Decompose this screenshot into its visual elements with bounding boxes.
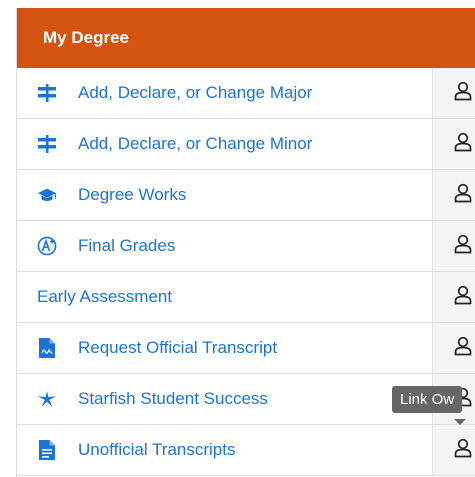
link-owner-button[interactable] xyxy=(432,221,475,271)
starfish-icon xyxy=(37,389,57,409)
request-official-transcript-link[interactable]: Request Official Transcript xyxy=(17,323,432,373)
final-grades-link[interactable]: Final Grades xyxy=(17,221,432,271)
list-item-degree-works: Degree Works xyxy=(17,170,475,221)
list-item-request-official-transcript: Request Official Transcript xyxy=(17,323,475,374)
link-label: Degree Works xyxy=(78,185,187,204)
list-item-final-grades: Final Grades xyxy=(17,221,475,272)
link-owner-button[interactable] xyxy=(432,170,475,220)
document-icon xyxy=(37,440,57,460)
signpost-icon xyxy=(37,83,57,103)
tooltip-arrow xyxy=(454,419,466,425)
change-minor-link[interactable]: Add, Declare, or Change Minor xyxy=(17,119,432,169)
user-icon xyxy=(454,132,472,157)
link-label: Final Grades xyxy=(78,236,176,255)
user-icon xyxy=(454,336,472,361)
user-icon xyxy=(454,285,472,310)
user-icon xyxy=(454,438,472,463)
early-assessment-link[interactable]: Early Assessment xyxy=(17,272,432,322)
degree-works-link[interactable]: Degree Works xyxy=(17,170,432,220)
list-item-change-major: Add, Declare, or Change Major xyxy=(17,68,475,119)
signpost-icon xyxy=(37,134,57,154)
link-label: Add, Declare, or Change Minor xyxy=(78,134,313,153)
link-label: Add, Declare, or Change Major xyxy=(78,83,313,102)
link-owner-button[interactable] xyxy=(432,68,475,118)
link-label: Early Assessment xyxy=(37,287,173,306)
document-signature-icon xyxy=(37,338,57,358)
link-label: Unofficial Transcripts xyxy=(78,440,236,459)
list-item-unofficial-transcripts: Unofficial Transcripts xyxy=(17,425,475,476)
starfish-student-success-link[interactable]: Starfish Student Success xyxy=(17,374,432,424)
unofficial-transcripts-link[interactable]: Unofficial Transcripts xyxy=(17,425,432,475)
link-owner-button[interactable] xyxy=(432,119,475,169)
link-label: Starfish Student Success xyxy=(78,389,268,408)
link-owner-button[interactable] xyxy=(432,425,475,475)
tooltip-text: Link Ow xyxy=(400,391,455,408)
circle-a-plus-icon xyxy=(37,236,57,256)
list-item-change-minor: Add, Declare, or Change Minor xyxy=(17,119,475,170)
change-major-link[interactable]: Add, Declare, or Change Major xyxy=(17,68,432,118)
user-icon xyxy=(454,234,472,259)
list-item-early-assessment: Early Assessment xyxy=(17,272,475,323)
panel-header: My Degree xyxy=(17,8,475,68)
panel-title: My Degree xyxy=(43,28,129,47)
user-icon xyxy=(454,183,472,208)
user-icon xyxy=(454,81,472,106)
link-owner-tooltip: Link Ow xyxy=(392,386,463,413)
link-owner-button[interactable] xyxy=(432,323,475,373)
graduation-cap-icon xyxy=(37,185,57,205)
link-label: Request Official Transcript xyxy=(78,338,278,357)
link-owner-button[interactable] xyxy=(432,272,475,322)
